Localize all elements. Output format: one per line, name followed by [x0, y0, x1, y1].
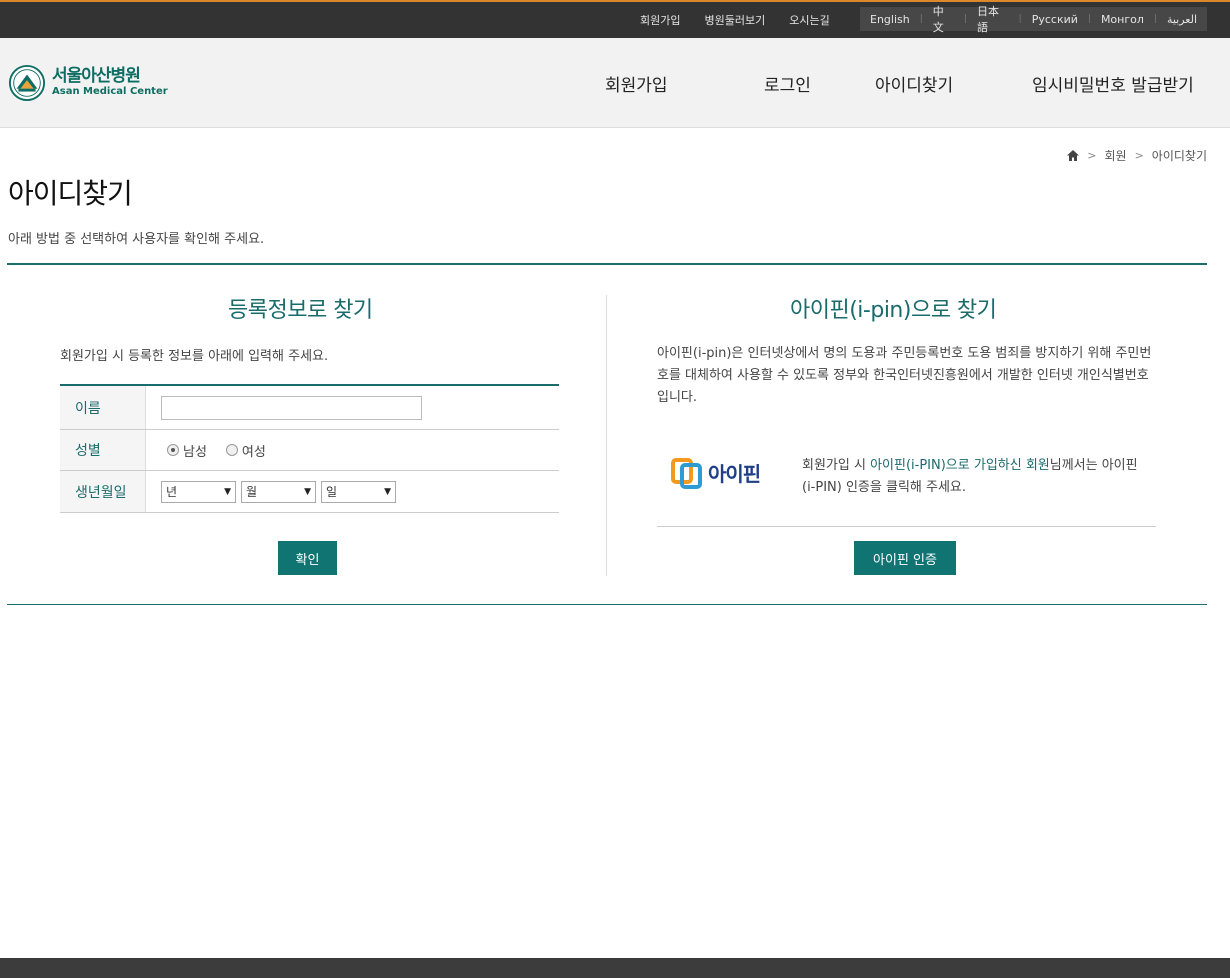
birth-day-select[interactable]: 일 ▼: [321, 480, 396, 503]
birth-month-select[interactable]: 월 ▼: [241, 480, 316, 503]
chevron-right-icon: >: [1134, 149, 1144, 162]
dropdown-arrow-icon: ▼: [304, 486, 311, 497]
lang-chinese[interactable]: 中文: [933, 3, 964, 35]
ipin-find-title: 아이핀(i-pin)으로 찾기: [790, 298, 997, 323]
ipin-notice-before: 회원가입 시: [802, 458, 871, 473]
gender-female-label: 여성: [241, 444, 266, 460]
ipin-divider: [657, 526, 1156, 527]
register-find-form: 이름 성별 남성 여성 생년월일 년 ▼ 월 ▼ 일 ▼: [60, 384, 559, 513]
ipin-logo: 아이핀: [670, 455, 761, 489]
section-divider-top: [7, 263, 1207, 265]
page-title: 아이디찾기: [8, 177, 133, 210]
name-input[interactable]: [161, 395, 422, 420]
utility-bar: 회원가입 병원둘러보기 오시는길 English | 中文 | 日本語 | Русск…: [0, 0, 1230, 38]
nav-find-id[interactable]: 아이디찾기: [875, 71, 953, 96]
birth-year-select[interactable]: 년 ▼: [161, 480, 236, 503]
asan-emblem-icon: [8, 64, 46, 102]
form-row-gender: 성별 남성 여성: [60, 430, 559, 471]
lang-english[interactable]: English: [870, 13, 920, 26]
section-divider-bottom: [7, 604, 1207, 605]
gender-radio-female[interactable]: 여성: [225, 441, 266, 460]
form-row-birthdate: 생년월일 년 ▼ 월 ▼ 일 ▼: [60, 471, 559, 513]
util-link-directions[interactable]: 오시는길: [789, 12, 829, 28]
ipin-notice-highlight: 아이핀(i-PIN)으로 가입하신 회원: [870, 458, 1050, 473]
page-description: 아래 방법 중 선택하여 사용자를 확인해 주세요.: [8, 232, 265, 247]
lang-arabic[interactable]: العربية: [1167, 13, 1207, 26]
breadcrumb: > 회원 > 아이디찾기: [1067, 147, 1207, 164]
name-label: 이름: [60, 386, 146, 429]
nav-join[interactable]: 회원가입: [605, 71, 668, 96]
ipin-description: 아이핀(i-pin)은 인터넷상에서 명의 도용과 주민등록번호 도용 범죄를 …: [657, 346, 1152, 405]
breadcrumb-member[interactable]: 회원: [1104, 147, 1126, 164]
site-header: 서울아산병원 Asan Medical Center 회원가입 로그인 아이디찾…: [0, 38, 1230, 128]
lang-mongolian[interactable]: Монгол: [1101, 13, 1154, 26]
birth-year-value: 년: [166, 485, 178, 499]
nav-temp-password[interactable]: 임시비밀번호 발급받기: [1032, 71, 1194, 96]
lang-japanese[interactable]: 日本語: [977, 3, 1019, 35]
ipin-logo-icon: [671, 458, 702, 489]
utility-links: 회원가입 병원둘러보기 오시는길: [640, 12, 830, 28]
logo-korean: 서울아산병원: [52, 66, 141, 86]
lang-russian[interactable]: Русский: [1032, 13, 1088, 26]
radio-checked-icon: [167, 444, 179, 456]
logo-text: 서울아산병원 Asan Medical Center: [52, 67, 168, 99]
column-divider: [606, 295, 607, 576]
register-find-title: 등록정보로 찾기: [228, 298, 373, 323]
birthdate-label: 생년월일: [60, 471, 146, 512]
util-link-join[interactable]: 회원가입: [640, 12, 680, 28]
chevron-right-icon: >: [1087, 149, 1097, 162]
confirm-button[interactable]: 확인: [278, 541, 337, 575]
ipin-auth-button[interactable]: 아이핀 인증: [854, 541, 956, 575]
gender-radio-male[interactable]: 남성: [167, 441, 207, 460]
birth-day-value: 일: [326, 485, 338, 499]
language-selector: English | 中文 | 日本語 | Русский | Монгол | العرب…: [860, 5, 1207, 34]
gender-male-label: 남성: [183, 444, 207, 460]
breadcrumb-current: 아이디찾기: [1151, 149, 1207, 163]
home-icon[interactable]: [1067, 150, 1080, 161]
site-logo[interactable]: 서울아산병원 Asan Medical Center: [8, 64, 168, 102]
dropdown-arrow-icon: ▼: [384, 486, 391, 497]
logo-english: Asan Medical Center: [52, 86, 168, 97]
util-link-tour[interactable]: 병원둘러보기: [704, 12, 765, 28]
footer-bar: [0, 958, 1230, 978]
radio-unchecked-icon: [225, 444, 238, 456]
ipin-notice: 회원가입 시 아이핀(i-PIN)으로 가입하신 회원님께서는 아이핀(i-PI…: [802, 455, 1142, 499]
birth-month-value: 월: [246, 485, 258, 499]
nav-login[interactable]: 로그인: [764, 71, 811, 96]
form-row-name: 이름: [60, 386, 559, 430]
gender-label: 성별: [60, 430, 146, 470]
register-find-description: 회원가입 시 등록한 정보를 아래에 입력해 주세요.: [60, 349, 329, 364]
dropdown-arrow-icon: ▼: [224, 486, 231, 497]
ipin-logo-text: 아이핀: [708, 461, 761, 486]
